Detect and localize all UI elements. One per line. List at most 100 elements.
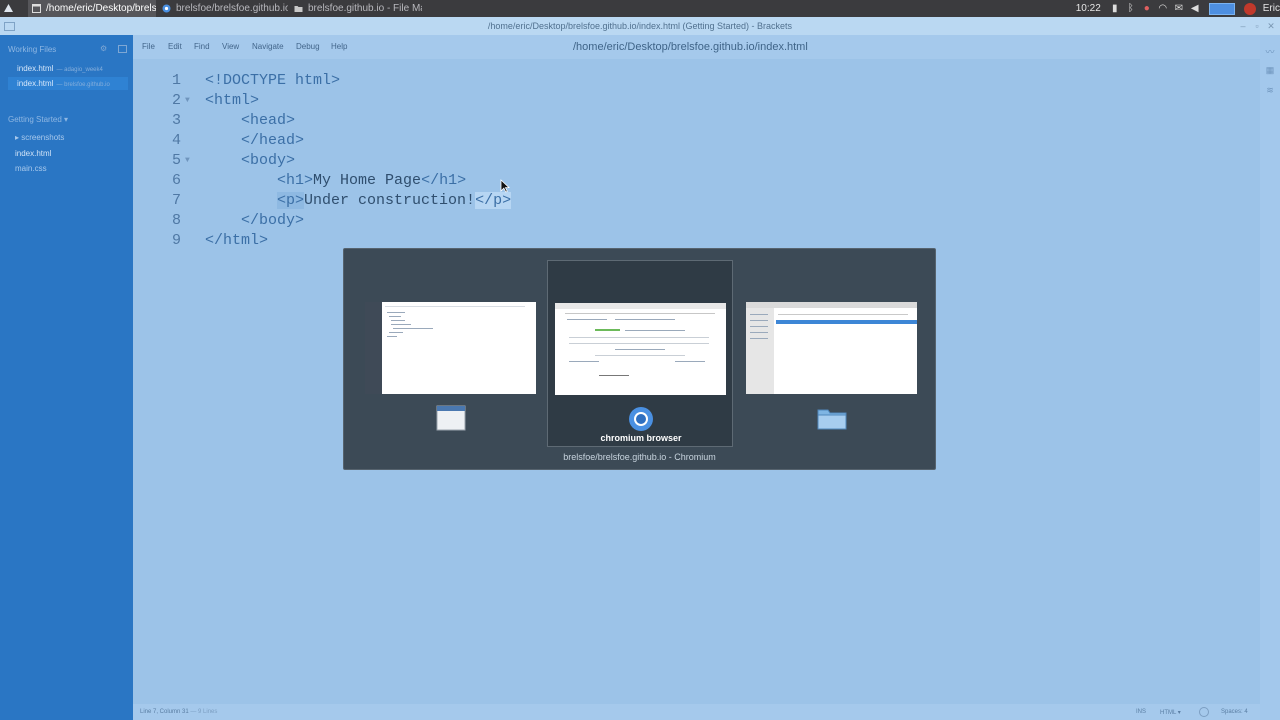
code-open-tag-matched: <p> [277, 192, 305, 209]
right-toolbar: 〰 ▦ ≋ [1260, 35, 1280, 720]
indent-spaces[interactable]: Spaces: 4 [1221, 709, 1248, 715]
menu-file[interactable]: File [142, 42, 155, 51]
taskbar-task-file-manager[interactable]: brelsfoe.github.io - File Ma... [290, 0, 422, 17]
code-text[interactable]: <h1>My Home Page</h1> [205, 171, 466, 191]
split-view-icon[interactable] [118, 45, 127, 53]
menu-edit[interactable]: Edit [168, 42, 182, 51]
bluetooth-icon[interactable]: ᛒ [1126, 3, 1136, 14]
tree-file-main-css[interactable]: main.css [15, 164, 47, 173]
power-icon[interactable] [1243, 2, 1256, 15]
line-number: 3 [171, 112, 181, 129]
taskbar-task-label: /home/eric/Desktop/brelsf... [46, 3, 156, 14]
minimize-icon[interactable]: – [1236, 17, 1250, 35]
code-text[interactable]: <body> [205, 151, 295, 171]
system-tray: 10:22 ▮ ᛒ ● ◠ ✉ ◀ Eric [1076, 0, 1280, 17]
clock: 10:22 [1075, 3, 1101, 14]
working-file-item[interactable]: index.html — adagio_week4 [8, 62, 128, 75]
live-preview-icon[interactable]: 〰 [1265, 45, 1275, 57]
volume-icon[interactable]: ◀ [1190, 3, 1200, 14]
mail-icon[interactable]: ✉ [1174, 3, 1184, 14]
folder-icon [294, 6, 303, 12]
status-bar: Line 7, Column 31 — 9 Lines INS HTML ▾ S… [133, 704, 1260, 720]
window-thumbnail [365, 302, 536, 394]
line-number: 4 [171, 132, 181, 149]
gear-icon[interactable]: ⚙ [100, 44, 107, 53]
switcher-item-file-manager[interactable] [739, 260, 925, 447]
line-number: 1 [171, 72, 181, 89]
taskbar-task-label: brelsfoe.github.io - File Ma... [308, 3, 422, 14]
code-line: 4 </head> [133, 131, 1260, 151]
menu-navigate[interactable]: Navigate [252, 42, 284, 51]
chromium-icon [629, 407, 653, 431]
code-text[interactable]: <head> [205, 111, 295, 131]
wifi-icon[interactable]: ◠ [1158, 3, 1168, 14]
code-text[interactable]: </body> [205, 211, 304, 231]
fold-arrow-icon[interactable]: ▼ [185, 91, 190, 111]
code-line: 3 <head> [133, 111, 1260, 131]
code-text[interactable]: <p>Under construction!</p> [205, 191, 512, 211]
working-file-folder: — adagio_week4 [56, 67, 103, 73]
start-menu-icon[interactable] [3, 3, 14, 14]
language-select[interactable]: HTML ▾ [1160, 709, 1181, 716]
menu-help[interactable]: Help [331, 42, 347, 51]
working-files-header: Working Files [8, 45, 57, 54]
file-path: /home/eric/Desktop/brelsfoe.github.io/in… [573, 41, 808, 53]
code-text[interactable]: <!DOCTYPE html> [205, 71, 340, 91]
tree-file-index[interactable]: index.html [15, 149, 51, 158]
working-file-name: index.html [17, 64, 54, 73]
menu-bar: File Edit Find View Navigate Debug Help … [133, 35, 1260, 59]
taskbar-task-label: brelsfoe/brelsfoe.github.io... [176, 3, 288, 14]
code-close-tag-matched: </p> [475, 192, 512, 209]
code-text[interactable]: </html> [205, 231, 268, 251]
linter-status-icon[interactable] [1199, 707, 1209, 717]
folder-icon [817, 409, 847, 430]
menu-view[interactable]: View [222, 42, 239, 51]
window-title: /home/eric/Desktop/brelsfoe.github.io/in… [487, 21, 793, 31]
line-number: 8 [171, 212, 181, 229]
cursor-position: Line 7, Column 31 — 9 Lines [140, 709, 217, 715]
layers-icon[interactable]: ≋ [1265, 85, 1275, 95]
window-thumbnail [746, 302, 917, 394]
code-text[interactable]: <html> [205, 91, 259, 111]
project-dropdown[interactable]: Getting Started ▾ [8, 115, 68, 124]
code-line: 5 ▼ <body> [133, 151, 1260, 171]
code-content: Under construction! [304, 192, 476, 209]
chromium-icon [162, 4, 171, 13]
menu-find[interactable]: Find [194, 42, 210, 51]
taskbar-task-chromium[interactable]: brelsfoe/brelsfoe.github.io... [158, 0, 288, 17]
code-line: 2 ▼ <html> [133, 91, 1260, 111]
keyboard-layout-indicator[interactable] [1208, 2, 1235, 15]
code-line-current: 7 <p>Under construction!</p> [133, 191, 1260, 211]
switcher-window-title: brelsfoe/brelsfoe.github.io - Chromium [563, 452, 716, 462]
brackets-window-icon [436, 405, 466, 431]
window-titlebar[interactable]: /home/eric/Desktop/brelsfoe.github.io/in… [0, 17, 1280, 35]
insert-mode-toggle[interactable]: INS [1136, 709, 1146, 715]
battery-icon[interactable]: ▮ [1110, 3, 1120, 14]
extension-manager-icon[interactable]: ▦ [1265, 65, 1275, 75]
switcher-item-brackets[interactable] [358, 260, 544, 447]
working-file-name: index.html [17, 79, 54, 88]
line-count: — 9 Lines [190, 709, 218, 715]
switcher-item-chromium[interactable]: chromium browser [547, 260, 733, 447]
camera-icon[interactable]: ● [1142, 3, 1152, 14]
cursor-position-text: Line 7, Column 31 [140, 709, 189, 715]
taskbar: /home/eric/Desktop/brelsf... brelsfoe/br… [0, 0, 1280, 17]
code-line: 6 <h1>My Home Page</h1> [133, 171, 1260, 191]
user-name[interactable]: Eric [1263, 3, 1280, 14]
sidebar: Working Files ⚙ index.html — adagio_week4… [0, 35, 133, 720]
code-text[interactable]: </head> [205, 131, 304, 151]
window-menu-icon[interactable] [4, 22, 15, 31]
fold-arrow-icon[interactable]: ▼ [185, 151, 190, 171]
working-file-item-selected[interactable]: index.html — brelsfoe.github.io [8, 77, 128, 90]
menu-debug[interactable]: Debug [296, 42, 320, 51]
code-line: 8 </body> [133, 211, 1260, 231]
code-line: 1 <!DOCTYPE html> [133, 71, 1260, 91]
line-number: 9 [171, 232, 181, 249]
close-icon[interactable]: ✕ [1264, 17, 1278, 35]
tree-folder-screenshots[interactable]: ▸ screenshots [15, 133, 64, 142]
taskbar-task-brackets[interactable]: /home/eric/Desktop/brelsf... [28, 0, 156, 17]
line-number: 2 [171, 92, 181, 109]
maximize-icon[interactable]: ▫ [1250, 17, 1264, 35]
window-switcher: chromium browser brelsfoe/brelsfoe.githu… [343, 248, 936, 470]
code-open-tag: <h1> [277, 172, 314, 189]
